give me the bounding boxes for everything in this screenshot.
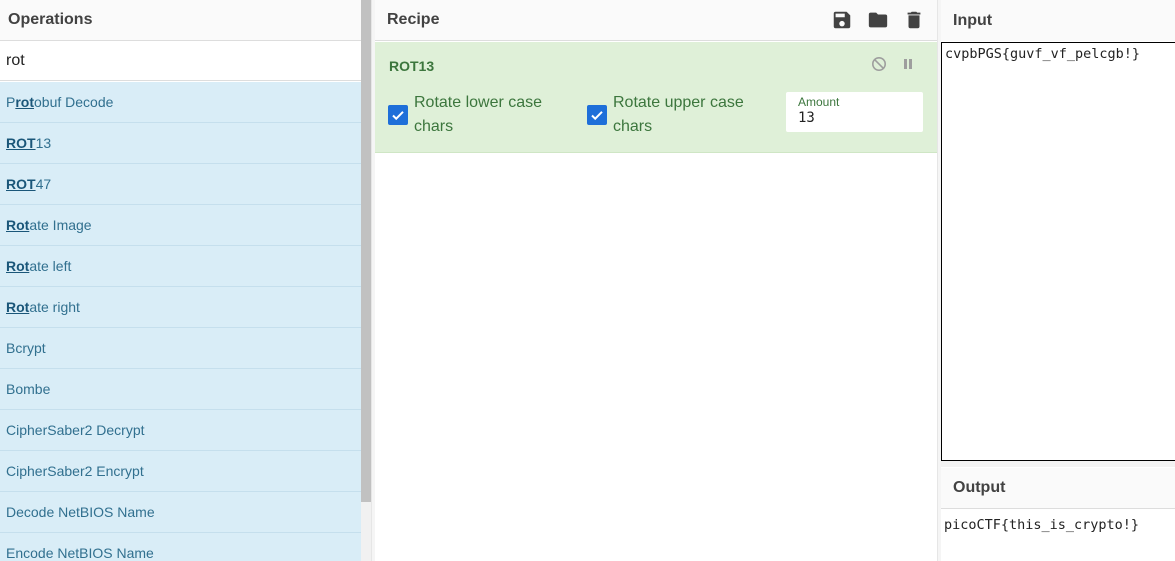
pause-icon[interactable] — [900, 56, 916, 72]
operation-label-part: ate right — [29, 299, 80, 315]
operation-label-part: ate left — [29, 258, 72, 274]
output-header: Output — [941, 468, 1175, 509]
checkbox-checked-icon[interactable] — [587, 105, 607, 125]
operations-scrollbar-thumb[interactable] — [361, 0, 371, 502]
operation-list-item[interactable]: Encode NetBIOS Name — [0, 533, 361, 561]
rotate-upper-checkbox[interactable]: Rotate upper case chars — [587, 91, 772, 139]
search-match-highlight: Rot — [6, 258, 30, 274]
save-icon[interactable] — [831, 9, 853, 31]
input-header: Input — [941, 0, 1175, 41]
input-textarea[interactable]: cvpbPGS{guvf_vf_pelcgb!} — [941, 42, 1175, 461]
search-match-highlight: ROT — [6, 135, 36, 151]
operation-label-part: 13 — [35, 135, 52, 151]
operations-title: Operations — [8, 11, 93, 28]
operation-list-item[interactable]: CipherSaber2 Encrypt — [0, 451, 361, 492]
recipe-header: Recipe — [375, 0, 937, 41]
operation-list-item[interactable]: ROT 13 — [0, 123, 361, 164]
operations-panel: Operations Protobuf DecodeROT13ROT47Rota… — [0, 0, 361, 561]
recipe-panel: Recipe ROT13 Rotate lower case chars Rot… — [375, 0, 937, 561]
rotate-lower-label: Rotate lower case chars — [414, 94, 543, 135]
amount-input[interactable] — [798, 110, 911, 126]
operation-label-part: 47 — [35, 176, 52, 192]
output-title: Output — [953, 479, 1006, 496]
operation-list-item[interactable]: ROT 47 — [0, 164, 361, 205]
operation-list-item[interactable]: Bombe — [0, 369, 361, 410]
search-box — [0, 41, 361, 81]
operation-list-item[interactable]: CipherSaber2 Decrypt — [0, 410, 361, 451]
search-match-highlight: Rot — [6, 217, 30, 233]
operation-title: ROT13 — [389, 58, 435, 74]
operations-scrollbar-track[interactable] — [361, 502, 371, 561]
rotate-upper-label: Rotate upper case chars — [613, 94, 744, 135]
operation-list-item[interactable]: Prot obuf Decode — [0, 82, 361, 123]
recipe-title: Recipe — [387, 11, 440, 28]
operation-label-part: P — [6, 94, 16, 110]
operation-list-item[interactable]: Rot ate Image — [0, 205, 361, 246]
trash-icon[interactable] — [903, 9, 925, 31]
operation-label-part: ate Image — [29, 217, 92, 233]
operation-label-part: Bcrypt — [6, 340, 46, 356]
operations-list: Prot obuf Decode ROT 13 ROT 47 Rot ate Image Rot… — [0, 82, 361, 561]
checkbox-checked-icon[interactable] — [388, 105, 408, 125]
folder-icon[interactable] — [867, 9, 889, 31]
amount-field[interactable]: Amount — [786, 92, 923, 132]
operation-label-part: Decode NetBIOS Name — [6, 504, 155, 520]
operation-list-item[interactable]: Decode NetBIOS Name — [0, 492, 361, 533]
operation-label-part: CipherSaber2 Decrypt — [6, 422, 145, 438]
search-match-highlight: Rot — [6, 299, 30, 315]
search-input[interactable] — [6, 51, 355, 70]
io-panel: Input cvpbPGS{guvf_vf_pelcgb!} Output pi… — [941, 0, 1175, 561]
operations-header: Operations — [0, 0, 361, 41]
operation-label-part: Bombe — [6, 381, 51, 397]
disable-icon[interactable] — [871, 56, 887, 72]
operation-list-item[interactable]: Bcrypt — [0, 328, 361, 369]
operation-label-part: CipherSaber2 Encrypt — [6, 463, 144, 479]
search-match-highlight: rot — [15, 94, 35, 110]
search-match-highlight: ROT — [6, 176, 36, 192]
output-text[interactable]: picoCTF{this_is_crypto!} — [941, 510, 1175, 540]
input-title: Input — [953, 11, 993, 29]
operation-label-part: Encode NetBIOS Name — [6, 545, 154, 561]
recipe-toolbar — [831, 9, 925, 31]
operation-list-item[interactable]: Rot ate left — [0, 246, 361, 287]
amount-label: Amount — [798, 95, 840, 109]
recipe-operation-rot13[interactable]: ROT13 Rotate lower case chars Rotate upp… — [375, 42, 937, 153]
operation-list-item[interactable]: Rot ate right — [0, 287, 361, 328]
operation-label-part: obuf Decode — [34, 94, 114, 110]
rotate-lower-checkbox[interactable]: Rotate lower case chars — [388, 91, 573, 139]
io-resizer[interactable] — [941, 461, 1175, 467]
